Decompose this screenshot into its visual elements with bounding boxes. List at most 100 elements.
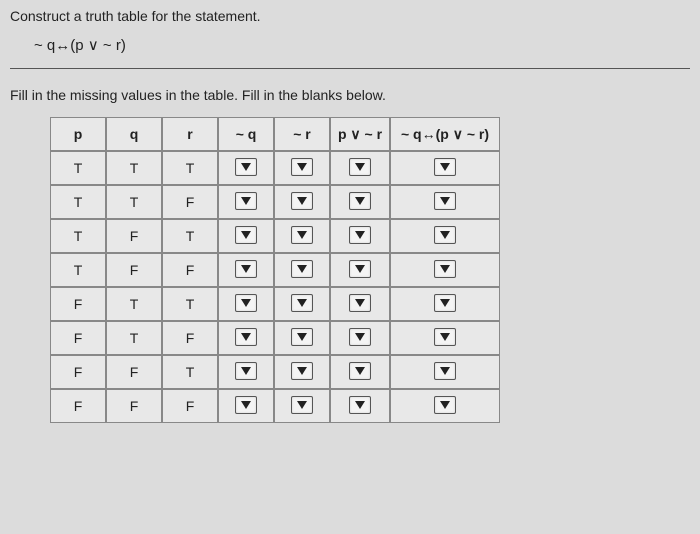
cell-not-q-select-cell: [218, 287, 274, 321]
col-header-not-r: ~ r: [274, 117, 330, 151]
cell-p-or-not-r-select-cell: [330, 253, 390, 287]
cell-not-r-select[interactable]: [291, 396, 313, 414]
cell-r: F: [162, 389, 218, 423]
table-header-row: p q r ~ q ~ r p ∨ ~ r ~ q↔(p ∨ ~ r): [50, 117, 500, 151]
cell-not-q-select-cell: [218, 389, 274, 423]
cell-q: T: [106, 185, 162, 219]
table-row: TFT: [50, 219, 500, 253]
cell-p-or-not-r-select-cell: [330, 355, 390, 389]
cell-not-r-select[interactable]: [291, 328, 313, 346]
cell-q: F: [106, 389, 162, 423]
cell-p-or-not-r-select-cell: [330, 389, 390, 423]
cell-result-select-cell: [390, 321, 500, 355]
cell-p-or-not-r-select-cell: [330, 321, 390, 355]
cell-result-select[interactable]: [434, 192, 456, 210]
cell-result-select-cell: [390, 219, 500, 253]
cell-not-r-select[interactable]: [291, 362, 313, 380]
cell-result-select[interactable]: [434, 328, 456, 346]
cell-not-r-select[interactable]: [291, 260, 313, 278]
cell-result-select[interactable]: [434, 362, 456, 380]
cell-not-q-select[interactable]: [235, 226, 257, 244]
cell-not-q-select[interactable]: [235, 192, 257, 210]
cell-p: F: [50, 389, 106, 423]
truth-table: p q r ~ q ~ r p ∨ ~ r ~ q↔(p ∨ ~ r) TTTT…: [50, 117, 500, 423]
cell-not-r-select[interactable]: [291, 158, 313, 176]
cell-p-or-not-r-select[interactable]: [349, 260, 371, 278]
cell-r: T: [162, 355, 218, 389]
table-row: FFT: [50, 355, 500, 389]
cell-q: T: [106, 287, 162, 321]
cell-r: T: [162, 287, 218, 321]
cell-not-q-select[interactable]: [235, 362, 257, 380]
cell-result-select-cell: [390, 185, 500, 219]
table-row: FTT: [50, 287, 500, 321]
col-header-result: ~ q↔(p ∨ ~ r): [390, 117, 500, 151]
table-row: FFF: [50, 389, 500, 423]
instruction-text: Fill in the missing values in the table.…: [10, 87, 690, 103]
cell-p-or-not-r-select[interactable]: [349, 362, 371, 380]
cell-p-or-not-r-select-cell: [330, 185, 390, 219]
table-row: FTF: [50, 321, 500, 355]
cell-result-select-cell: [390, 151, 500, 185]
cell-result-select-cell: [390, 287, 500, 321]
cell-not-q-select-cell: [218, 219, 274, 253]
cell-q: T: [106, 321, 162, 355]
cell-q: F: [106, 253, 162, 287]
cell-p-or-not-r-select[interactable]: [349, 226, 371, 244]
cell-result-select-cell: [390, 389, 500, 423]
col-header-q: q: [106, 117, 162, 151]
cell-r: T: [162, 219, 218, 253]
col-header-p-or-not-r: p ∨ ~ r: [330, 117, 390, 151]
cell-r: F: [162, 253, 218, 287]
cell-not-q-select[interactable]: [235, 328, 257, 346]
cell-result-select[interactable]: [434, 294, 456, 312]
cell-not-r-select-cell: [274, 219, 330, 253]
cell-p: T: [50, 219, 106, 253]
cell-not-q-select[interactable]: [235, 294, 257, 312]
cell-p: F: [50, 321, 106, 355]
cell-not-r-select-cell: [274, 321, 330, 355]
cell-result-select-cell: [390, 253, 500, 287]
cell-p-or-not-r-select-cell: [330, 287, 390, 321]
cell-p: T: [50, 253, 106, 287]
cell-not-r-select-cell: [274, 389, 330, 423]
cell-result-select[interactable]: [434, 396, 456, 414]
cell-not-r-select-cell: [274, 185, 330, 219]
cell-q: T: [106, 151, 162, 185]
prompt-formula: ~ q↔(p ∨ ~ r): [34, 36, 690, 54]
cell-r: F: [162, 185, 218, 219]
cell-not-q-select[interactable]: [235, 260, 257, 278]
cell-result-select[interactable]: [434, 226, 456, 244]
cell-result-select-cell: [390, 355, 500, 389]
cell-not-q-select-cell: [218, 185, 274, 219]
cell-not-r-select[interactable]: [291, 226, 313, 244]
cell-p: T: [50, 151, 106, 185]
cell-r: F: [162, 321, 218, 355]
table-row: TTF: [50, 185, 500, 219]
cell-not-r-select-cell: [274, 253, 330, 287]
cell-not-q-select-cell: [218, 321, 274, 355]
cell-result-select[interactable]: [434, 260, 456, 278]
cell-p-or-not-r-select[interactable]: [349, 192, 371, 210]
cell-not-q-select-cell: [218, 355, 274, 389]
cell-not-r-select[interactable]: [291, 192, 313, 210]
cell-p: F: [50, 287, 106, 321]
cell-p-or-not-r-select[interactable]: [349, 396, 371, 414]
cell-p: T: [50, 185, 106, 219]
prompt-line-1: Construct a truth table for the statemen…: [10, 8, 690, 24]
cell-not-r-select-cell: [274, 287, 330, 321]
cell-not-r-select[interactable]: [291, 294, 313, 312]
cell-p-or-not-r-select[interactable]: [349, 158, 371, 176]
cell-p-or-not-r-select[interactable]: [349, 294, 371, 312]
cell-p-or-not-r-select[interactable]: [349, 328, 371, 346]
cell-not-r-select-cell: [274, 151, 330, 185]
cell-not-q-select-cell: [218, 151, 274, 185]
cell-result-select[interactable]: [434, 158, 456, 176]
cell-not-q-select[interactable]: [235, 396, 257, 414]
table-row: TFF: [50, 253, 500, 287]
cell-q: F: [106, 355, 162, 389]
cell-not-q-select[interactable]: [235, 158, 257, 176]
col-header-not-q: ~ q: [218, 117, 274, 151]
col-header-p: p: [50, 117, 106, 151]
cell-p-or-not-r-select-cell: [330, 151, 390, 185]
